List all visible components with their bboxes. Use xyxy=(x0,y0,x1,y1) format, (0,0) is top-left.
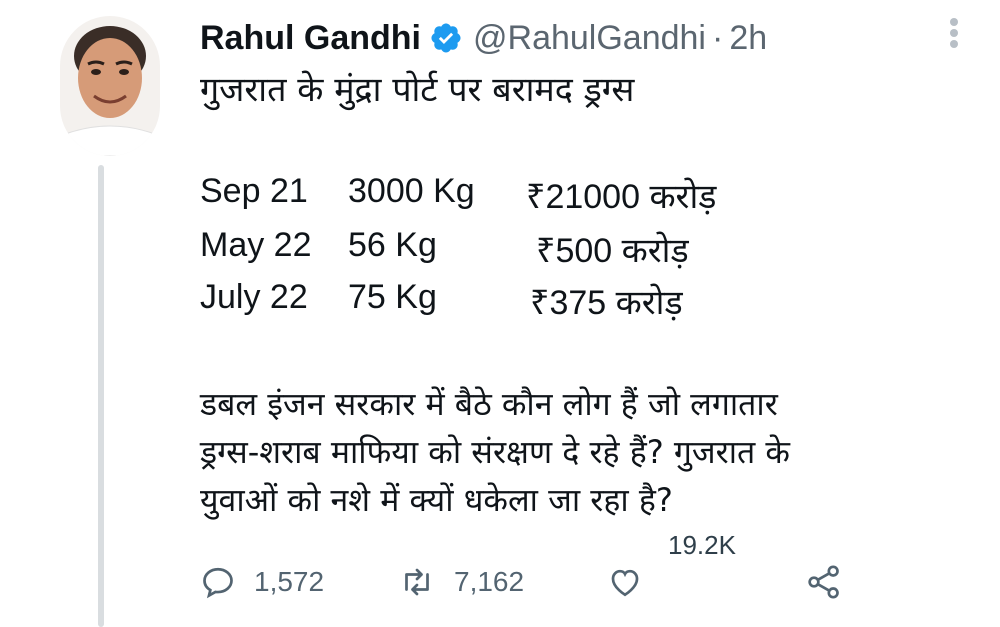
row-quantity: 56 Kg xyxy=(348,226,437,264)
tweet-paragraph: डबल इंजन सरकार में बैठे कौन लोग हैं जो ल… xyxy=(200,380,920,524)
tweet-header: Rahul Gandhi @RahulGandhi · 2h xyxy=(200,14,767,62)
row-value: ₹375 करोड़ xyxy=(530,284,683,322)
verified-badge-icon xyxy=(429,21,463,55)
tweet-title: गुजरात के मुंद्रा पोर्ट पर बरामद ड्रग्स xyxy=(200,70,635,110)
row-value: ₹21000 करोड़ xyxy=(526,178,717,216)
avatar[interactable] xyxy=(60,16,160,156)
action-bar: 1,572 7,162 xyxy=(200,560,860,604)
retweet-count: 7,162 xyxy=(454,566,525,597)
author-handle[interactable]: @RahulGandhi xyxy=(473,19,706,58)
paragraph-line: युवाओं को नशे में क्यों धकेला जा रहा है? xyxy=(200,481,673,519)
reply-count: 1,572 xyxy=(254,566,325,597)
reply-button[interactable]: 1,572 xyxy=(200,560,324,604)
separator-dot: · xyxy=(712,18,724,57)
retweet-button[interactable]: 7,162 xyxy=(398,560,524,604)
drug-seizure-table: Sep 21 3000 Kg ₹21000 करोड़ May 22 56 Kg… xyxy=(200,172,800,322)
row-quantity: 3000 Kg xyxy=(348,172,475,210)
tweet-card: Rahul Gandhi @RahulGandhi · 2h गुजरात के… xyxy=(0,0,1000,627)
thread-connector-line xyxy=(98,165,104,627)
row-quantity: 75 Kg xyxy=(348,278,437,316)
paragraph-line: ड्रग्स-शराब माफिया को संरक्षण दे रहे हैं… xyxy=(200,433,790,471)
heart-icon xyxy=(606,564,644,600)
like-button[interactable] xyxy=(606,560,644,604)
author-name[interactable]: Rahul Gandhi xyxy=(200,19,421,58)
view-count: 19.2K xyxy=(668,530,736,560)
row-date: May 22 xyxy=(200,226,312,264)
reply-icon xyxy=(200,564,236,600)
tweet-timestamp[interactable]: 2h xyxy=(729,19,767,58)
more-vertical-icon[interactable] xyxy=(938,16,968,50)
row-value: ₹500 करोड़ xyxy=(536,232,689,270)
paragraph-line: डबल इंजन सरकार में बैठे कौन लोग हैं जो ल… xyxy=(200,385,778,423)
share-button[interactable] xyxy=(804,560,844,604)
retweet-icon xyxy=(398,564,436,600)
row-date: Sep 21 xyxy=(200,172,308,210)
share-icon xyxy=(804,562,844,602)
row-date: July 22 xyxy=(200,278,308,316)
avatar-image xyxy=(60,16,160,156)
